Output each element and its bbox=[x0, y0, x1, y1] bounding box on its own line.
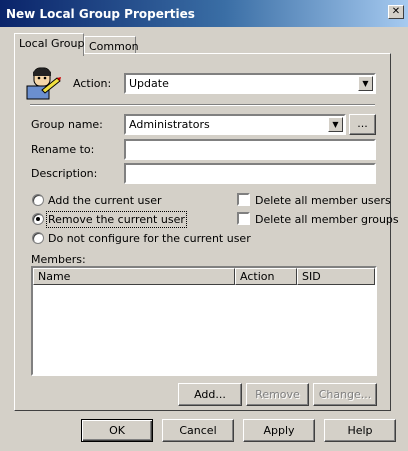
group-name-label: Group name: bbox=[31, 118, 103, 131]
column-header-sid[interactable]: SID bbox=[297, 268, 375, 285]
change-member-button[interactable]: Change... bbox=[313, 383, 377, 406]
column-label: Name bbox=[38, 270, 71, 283]
delete-member-users-checkbox[interactable] bbox=[237, 193, 250, 206]
group-name-value: Administrators bbox=[129, 118, 210, 131]
chevron-down-icon: ▼ bbox=[362, 79, 369, 88]
browse-label: ... bbox=[357, 117, 368, 130]
radio-do-not-configure-label: Do not configure for the current user bbox=[48, 232, 251, 245]
remove-member-button[interactable]: Remove bbox=[246, 383, 309, 406]
tab-label: Local Group bbox=[19, 37, 85, 50]
description-input[interactable] bbox=[124, 163, 376, 184]
change-label: Change... bbox=[318, 388, 372, 401]
help-label: Help bbox=[347, 424, 373, 437]
apply-label: Apply bbox=[263, 424, 295, 437]
group-name-combobox[interactable]: Administrators bbox=[124, 114, 346, 135]
tab-local-group[interactable]: Local Group bbox=[14, 33, 85, 56]
radio-add-label: Add the current user bbox=[48, 194, 162, 207]
column-header-name[interactable]: Name bbox=[33, 268, 235, 285]
separator bbox=[30, 104, 375, 106]
column-label: SID bbox=[302, 270, 321, 283]
column-header-action[interactable]: Action bbox=[235, 268, 297, 285]
radio-do-not-configure[interactable] bbox=[32, 232, 44, 244]
help-button[interactable]: Help bbox=[324, 419, 396, 442]
rename-label: Rename to: bbox=[31, 143, 95, 156]
add-member-button[interactable]: Add... bbox=[178, 383, 242, 406]
group-name-dropdown-button[interactable]: ▼ bbox=[328, 117, 343, 132]
delete-member-groups-checkbox[interactable] bbox=[237, 212, 250, 225]
description-label: Description: bbox=[31, 167, 98, 180]
action-value: Update bbox=[129, 77, 169, 90]
add-label: Add... bbox=[194, 388, 226, 401]
close-icon: ✕ bbox=[391, 6, 401, 17]
local-group-icon bbox=[26, 67, 61, 100]
tab-common[interactable]: Common bbox=[84, 36, 139, 54]
cancel-label: Cancel bbox=[179, 424, 217, 437]
apply-button[interactable]: Apply bbox=[243, 419, 315, 442]
members-list[interactable]: Name Action SID bbox=[31, 266, 377, 376]
browse-button[interactable]: ... bbox=[349, 114, 376, 135]
action-dropdown[interactable]: Update bbox=[124, 73, 376, 94]
radio-add-current-user[interactable] bbox=[32, 194, 44, 206]
action-dropdown-button[interactable]: ▼ bbox=[358, 76, 373, 91]
remove-label: Remove bbox=[255, 388, 300, 401]
ok-button[interactable]: OK bbox=[81, 419, 153, 442]
action-label: Action: bbox=[73, 77, 112, 90]
ok-label: OK bbox=[109, 424, 125, 437]
members-label: Members: bbox=[31, 253, 86, 266]
delete-member-groups-label: Delete all member groups bbox=[255, 213, 399, 226]
radio-remove-current-user[interactable] bbox=[32, 213, 44, 225]
cancel-button[interactable]: Cancel bbox=[162, 419, 234, 442]
radio-remove-label: Remove the current user bbox=[46, 211, 187, 228]
column-label: Action bbox=[240, 270, 275, 283]
close-button[interactable]: ✕ bbox=[388, 5, 404, 19]
tab-label: Common bbox=[89, 40, 139, 53]
title-bar: New Local Group Properties ✕ bbox=[0, 0, 408, 27]
chevron-down-icon: ▼ bbox=[332, 120, 339, 129]
delete-member-users-label: Delete all member users bbox=[255, 194, 391, 207]
rename-input[interactable] bbox=[124, 139, 376, 160]
window-title: New Local Group Properties bbox=[6, 7, 195, 21]
